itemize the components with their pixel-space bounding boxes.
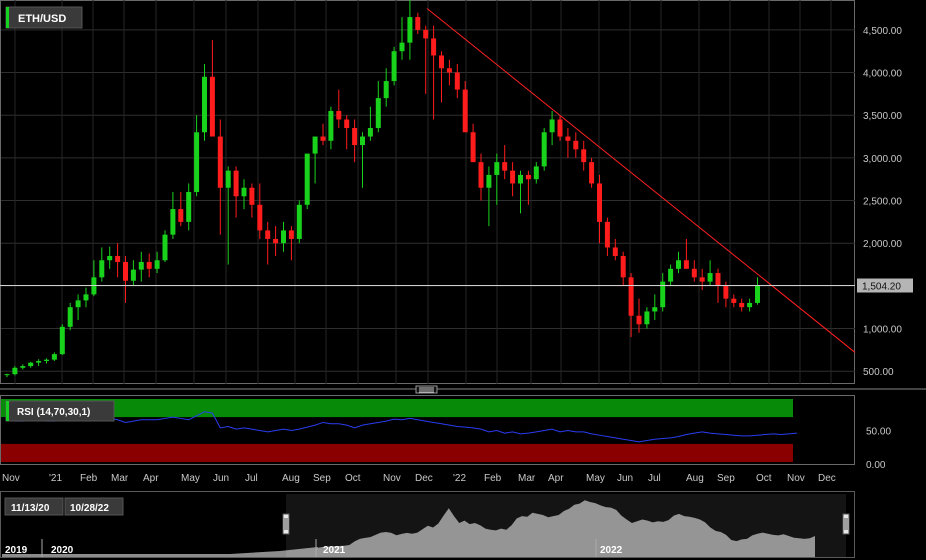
month-tick-label: Nov (383, 473, 401, 484)
month-tick-label: Apr (548, 473, 564, 484)
rsi-oversold-zone (1, 443, 793, 462)
candle (541, 128, 547, 171)
nav-start-date-label: 11/13/20 (11, 503, 50, 514)
price-tick-label: 1,000.00 (863, 325, 902, 336)
rsi-tick-label: 50.00 (866, 427, 891, 438)
symbol-label: ETH/USD (18, 13, 66, 25)
symbol-badge[interactable]: ETH/USD (5, 6, 83, 29)
price-tick-label: 2,000.00 (863, 239, 902, 250)
year-label: 2020 (51, 545, 74, 556)
nav-end-date-label: 10/28/22 (70, 503, 109, 514)
month-tick-label: '22 (453, 473, 466, 484)
price-tick-label: 4,500.00 (863, 26, 902, 37)
month-tick-label: Dec (415, 473, 433, 484)
current-price-tag: 1,504.20 (857, 278, 913, 293)
candle (589, 157, 595, 188)
price-tick-label: 500.00 (863, 367, 894, 378)
navigator-right-handle[interactable] (842, 513, 850, 535)
month-tick-label: Aug (282, 473, 300, 484)
month-tick-label: Apr (143, 473, 159, 484)
month-tick-label: Jul (245, 473, 258, 484)
month-tick-label: Nov (787, 473, 805, 484)
price-tick-label: 2,500.00 (863, 197, 902, 208)
candle (59, 324, 65, 355)
navigator-window[interactable] (286, 494, 846, 557)
month-tick-label: Sep (717, 473, 735, 484)
current-price-label: 1,504.20 (862, 282, 901, 293)
navigator-left-handle[interactable] (282, 513, 290, 535)
candle (391, 46, 397, 86)
month-tick-label: Mar (518, 473, 536, 484)
month-tick-label: Aug (686, 473, 704, 484)
rsi-tick-label: 0.00 (866, 460, 886, 471)
month-tick-label: Dec (818, 473, 836, 484)
price-tick-label: 3,000.00 (863, 154, 902, 165)
rsi-overbought-zone (1, 399, 793, 418)
month-tick-label: Oct (345, 473, 361, 484)
navigator-end-date: 10/28/22 (64, 497, 124, 516)
month-tick-label: Jun (213, 473, 229, 484)
candle (304, 153, 310, 210)
candle (162, 230, 168, 262)
month-tick-label: Mar (111, 473, 129, 484)
price-tick-label: 4,000.00 (863, 69, 902, 80)
year-label: 2021 (323, 545, 346, 556)
month-tick-label: May (586, 473, 605, 484)
month-tick-label: May (181, 473, 200, 484)
month-tick-label: Nov (2, 473, 20, 484)
price-tick-label: 3,500.00 (863, 111, 902, 122)
month-tick-label: Jul (648, 473, 661, 484)
month-tick-label: Sep (313, 473, 331, 484)
month-tick-label: Feb (484, 473, 502, 484)
navigator-start-date: 11/13/20 (4, 497, 64, 516)
month-tick-label: '21 (49, 473, 62, 484)
rsi-badge[interactable]: RSI (14,70,30,1) (5, 400, 115, 422)
candle (296, 200, 302, 244)
price-chart[interactable]: 500.001,000.001,500.002,000.002,500.003,… (0, 0, 926, 560)
month-tick-label: Feb (80, 473, 98, 484)
panel-splitter[interactable] (0, 384, 926, 394)
month-tick-label: Jun (617, 473, 633, 484)
month-tick-label: Oct (756, 473, 772, 484)
year-label: 2022 (600, 545, 623, 556)
year-label: 2019 (5, 545, 28, 556)
rsi-label: RSI (14,70,30,1) (17, 407, 90, 418)
